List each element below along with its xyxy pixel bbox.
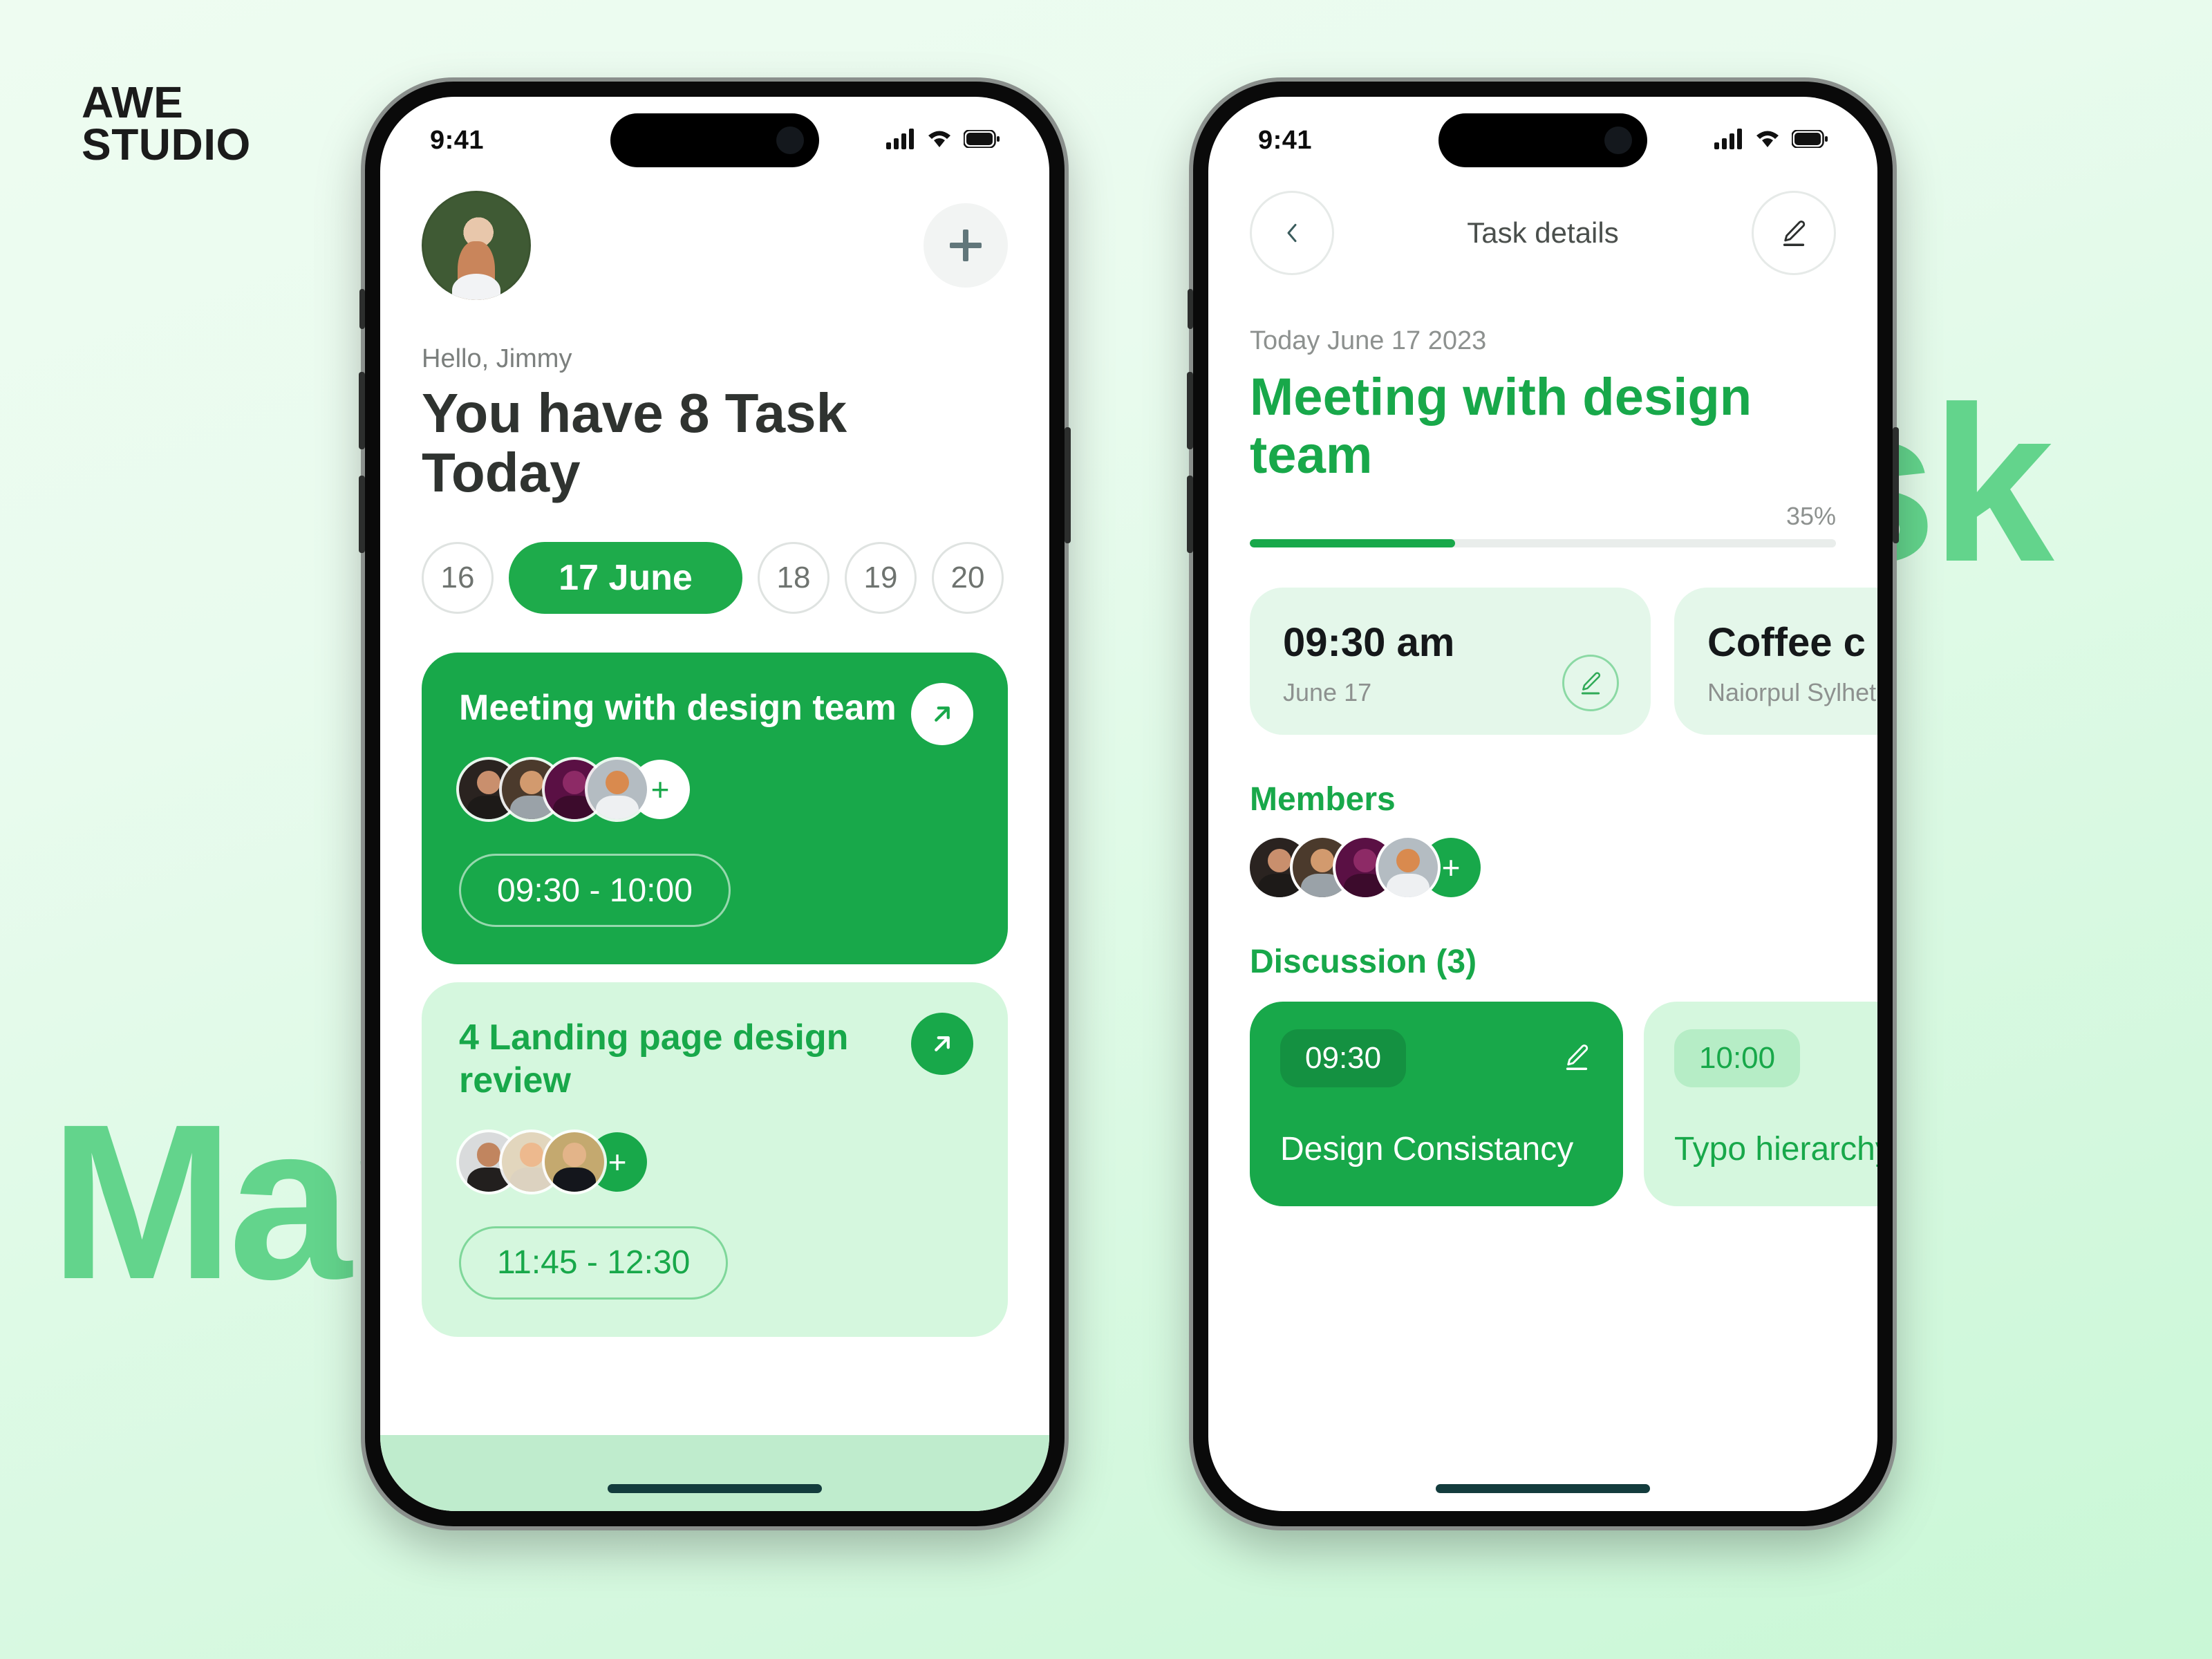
discussion-card[interactable]: 10:00 Typo hierarchy (1644, 1002, 1877, 1207)
discussion-card[interactable]: 09:30 Design Consistancy (1250, 1002, 1623, 1207)
edit-time-button[interactable] (1562, 655, 1619, 712)
date-chip-17-june[interactable]: 17 June (509, 541, 742, 614)
cellular-bars-icon (1714, 129, 1742, 149)
progress-percent: 35% (1785, 502, 1836, 531)
arrow-up-right-icon (935, 1036, 950, 1051)
chevron-left-icon (1287, 223, 1297, 243)
volume-down-button[interactable] (1187, 476, 1193, 553)
info-card-main: Coffee c (1707, 620, 1866, 666)
pencil-icon (1581, 672, 1601, 695)
task-info-cards: 09:30 am June 17 Coffee c Naiorpul Sylhe… (1250, 588, 1877, 735)
pencil-icon (1783, 221, 1806, 246)
date-chip-18[interactable]: 18 (758, 541, 830, 614)
home-screen: 9:41 Hello, Jimmy You have 8 Task Today … (380, 97, 1049, 1511)
task-list: Meeting with design team + 09:30 - 10:00… (422, 652, 1008, 1337)
brand-logo: AWE STUDIO (82, 77, 251, 170)
task-title: Meeting with design team (459, 687, 897, 728)
pencil-icon (1566, 1044, 1588, 1070)
battery-icon (964, 130, 1000, 148)
phone-mockup-home: 9:41 Hello, Jimmy You have 8 Task Today … (359, 82, 1071, 1526)
status-time: 9:41 (1258, 126, 1313, 155)
task-time: 09:30 - 10:00 (459, 854, 731, 928)
power-button[interactable] (1065, 427, 1071, 543)
discussion-time: 09:30 (1280, 1029, 1407, 1088)
power-button[interactable] (1893, 427, 1899, 543)
discussion-text: Design Consistancy (1280, 1131, 1574, 1168)
screen-title: Task details (1467, 216, 1619, 249)
discussion-list: 09:30 Design Consistancy 10:00 Typo hier… (1250, 1002, 1877, 1207)
task-card[interactable]: Meeting with design team + 09:30 - 10:00 (422, 652, 1008, 965)
member-avatar[interactable] (1378, 838, 1438, 898)
brand-line-2: STUDIO (82, 120, 251, 170)
task-card[interactable]: 4 Landing page design review + 11:45 - 1… (422, 982, 1008, 1337)
home-indicator (608, 1484, 822, 1493)
progress-bar-fill (1250, 539, 1455, 548)
info-card-main: 09:30 am (1283, 620, 1455, 666)
next-task-card-peek[interactable] (380, 1435, 1049, 1511)
discussion-heading: Discussion (3) (1250, 944, 1477, 981)
home-header (380, 174, 1049, 300)
date-chip-20[interactable]: 20 (932, 541, 1004, 614)
task-members: + (459, 1132, 971, 1192)
progress-bar (1250, 539, 1836, 548)
cellular-bars-icon (886, 129, 914, 149)
time-info-card[interactable]: 09:30 am June 17 (1250, 588, 1651, 735)
task-members: + (459, 760, 971, 820)
task-detail-title: Meeting with design team (1250, 368, 1752, 485)
phone-mockup-details: 9:41 Task details Today June 17 2023 Mee… (1187, 82, 1899, 1526)
volume-up-button[interactable] (359, 372, 365, 449)
date-chip-19[interactable]: 19 (845, 541, 917, 614)
location-info-card[interactable]: Coffee c Naiorpul Sylhet (1674, 588, 1877, 735)
silent-switch[interactable] (359, 289, 365, 329)
open-task-button[interactable] (911, 1013, 973, 1076)
dynamic-island (610, 113, 819, 167)
home-indicator (1436, 1484, 1650, 1493)
task-date: Today June 17 2023 (1250, 326, 1487, 355)
dynamic-island (1438, 113, 1647, 167)
front-camera-icon (776, 126, 804, 154)
back-button[interactable] (1250, 191, 1334, 275)
members-heading: Members (1250, 781, 1396, 818)
arrow-up-right-icon (935, 706, 950, 722)
status-bar: 9:41 (380, 97, 1049, 174)
silent-switch[interactable] (1188, 289, 1193, 329)
task-title: 4 Landing page design review (459, 1018, 849, 1100)
info-card-sub: Naiorpul Sylhet (1707, 678, 1877, 707)
date-chip-16[interactable]: 16 (422, 541, 494, 614)
status-time: 9:41 (430, 126, 485, 155)
edit-discussion-button[interactable] (1561, 1041, 1593, 1076)
task-time: 11:45 - 12:30 (459, 1226, 729, 1300)
status-bar: 9:41 (1208, 97, 1877, 174)
date-selector: 16 17 June 18 19 20 (422, 541, 1008, 614)
members-list: + (1250, 838, 1836, 898)
avatar[interactable] (422, 191, 531, 300)
wifi-icon (1756, 131, 1779, 147)
edit-task-button[interactable] (1752, 191, 1836, 275)
brand-line-1: AWE (82, 77, 184, 127)
details-header: Task details (1208, 174, 1877, 275)
discussion-time: 10:00 (1674, 1029, 1801, 1088)
task-details-screen: 9:41 Task details Today June 17 2023 Mee… (1208, 97, 1877, 1511)
volume-down-button[interactable] (359, 476, 365, 553)
member-avatar[interactable] (545, 1132, 604, 1192)
plus-icon (950, 229, 982, 261)
volume-up-button[interactable] (1187, 372, 1193, 449)
wifi-icon (928, 131, 950, 147)
screenshot-canvas: AWE STUDIO Manage Task 9:41 (0, 0, 2212, 1659)
greeting-text: Hello, Jimmy (422, 344, 572, 373)
open-task-button[interactable] (911, 682, 973, 745)
front-camera-icon (1604, 126, 1632, 154)
battery-icon (1792, 130, 1828, 148)
add-task-button[interactable] (924, 203, 1008, 288)
progress-section: 35% (1250, 502, 1836, 548)
page-title: You have 8 Task Today (422, 382, 847, 504)
member-avatar[interactable] (588, 760, 647, 820)
discussion-text: Typo hierarchy (1674, 1131, 1877, 1168)
